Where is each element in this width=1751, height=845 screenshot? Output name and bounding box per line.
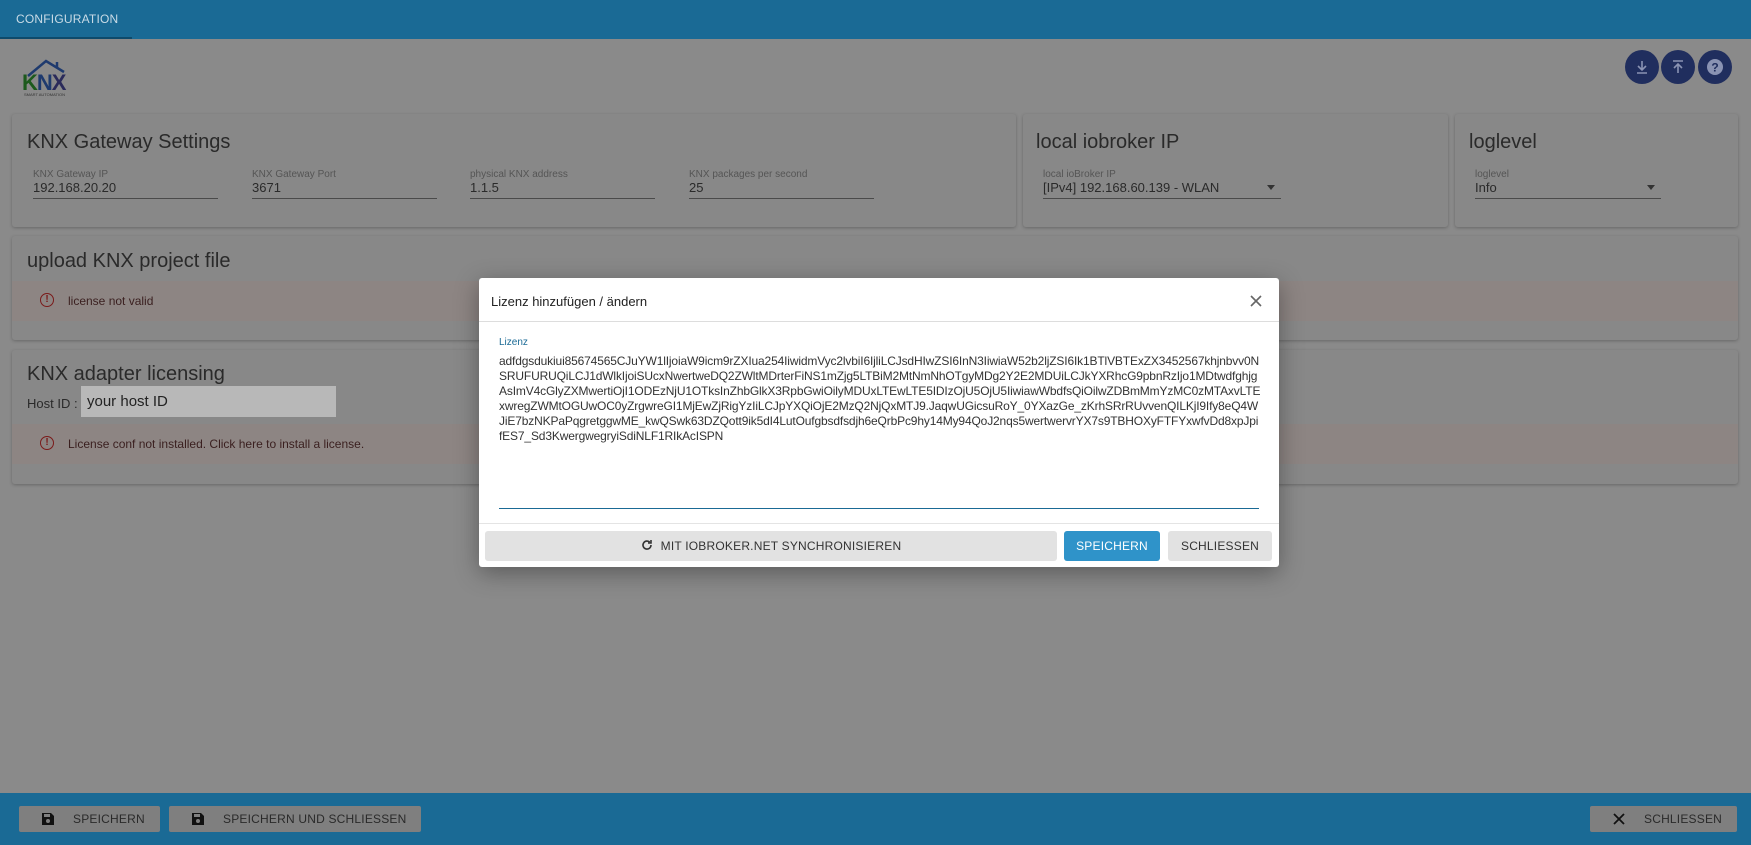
licensing-title: KNX adapter licensing <box>27 363 225 385</box>
knx-logo: KNX SMART AUTOMATION <box>20 56 74 98</box>
license-dialog: Lizenz hinzufügen / ändern Lizenz adfdgs… <box>479 278 1279 567</box>
license-not-installed-message[interactable]: License conf not installed. Click here t… <box>68 437 364 451</box>
logo-subtitle: SMART AUTOMATION <box>24 92 66 97</box>
packages-per-second-value: 25 <box>689 180 704 195</box>
sync-iobroker-button[interactable]: MIT IOBROKER.NET SYNCHRONISIEREN <box>485 531 1057 561</box>
local-ip-title: local iobroker IP <box>1036 131 1180 153</box>
upload-icon <box>1673 60 1683 73</box>
close-button-label: SCHLIESSEN <box>1644 812 1723 826</box>
loglevel-value: Info <box>1475 180 1497 195</box>
gateway-ip-label: KNX Gateway IP <box>33 169 109 180</box>
local-ip-card: local iobroker IP local ioBroker IP [IPv… <box>1023 114 1448 227</box>
gateway-settings-card: KNX Gateway Settings KNX Gateway IP 192.… <box>12 114 1016 227</box>
local-ip-value: [IPv4] 192.168.60.139 - WLAN <box>1043 180 1220 195</box>
upload-title: upload KNX project file <box>27 250 231 272</box>
dialog-title: Lizenz hinzufügen / ändern <box>491 294 648 309</box>
error-icon: ! <box>40 293 54 307</box>
bottom-bar: SPEICHERN SPEICHERN UND SCHLIESSEN SCHLI… <box>0 793 1751 845</box>
physical-address-value: 1.1.5 <box>470 180 499 195</box>
dialog-save-button[interactable]: SPEICHERN <box>1064 531 1160 561</box>
download-icon <box>1637 61 1647 74</box>
gateway-port-label: KNX Gateway Port <box>252 169 336 180</box>
save-icon <box>191 812 205 826</box>
help-icon: ? <box>1707 59 1723 75</box>
dialog-close-icon[interactable] <box>1249 293 1263 311</box>
loglevel-card: loglevel loglevel Info <box>1455 114 1738 227</box>
save-and-close-label: SPEICHERN UND SCHLIESSEN <box>223 812 407 826</box>
loglevel-title: loglevel <box>1469 131 1537 153</box>
dialog-close-button[interactable]: SCHLIESSEN <box>1168 531 1272 561</box>
help-button[interactable]: ? <box>1698 50 1732 84</box>
loglevel-select[interactable]: loglevel Info <box>1475 169 1661 199</box>
close-button[interactable]: SCHLIESSEN <box>1590 806 1737 832</box>
gateway-settings-title: KNX Gateway Settings <box>27 131 231 153</box>
loglevel-label: loglevel <box>1475 169 1509 180</box>
tab-configuration[interactable]: CONFIGURATION <box>0 0 132 39</box>
tab-indicator <box>0 37 132 39</box>
license-invalid-message: license not valid <box>68 294 154 308</box>
license-textarea[interactable]: adfdgsdukiui85674565CJuYW1lIjoiaW9icm9rZ… <box>499 354 1261 444</box>
local-ip-select[interactable]: local ioBroker IP [IPv4] 192.168.60.139 … <box>1043 169 1281 199</box>
license-field-label: Lizenz <box>499 337 528 348</box>
physical-address-field[interactable]: physical KNX address 1.1.5 <box>470 169 655 199</box>
dialog-divider <box>479 523 1279 524</box>
close-icon <box>1612 812 1626 826</box>
dialog-divider <box>479 321 1279 322</box>
download-button[interactable] <box>1625 50 1659 84</box>
gateway-port-value: 3671 <box>252 180 281 195</box>
save-button-label: SPEICHERN <box>73 812 145 826</box>
packages-per-second-field[interactable]: KNX packages per second 25 <box>689 169 874 199</box>
error-icon: ! <box>40 436 54 450</box>
host-id-label: Host ID : <box>27 396 78 411</box>
gateway-ip-field[interactable]: KNX Gateway IP 192.168.20.20 <box>33 169 218 199</box>
physical-address-label: physical KNX address <box>470 169 568 180</box>
top-bar: CONFIGURATION <box>0 0 1751 39</box>
refresh-icon <box>641 539 653 554</box>
gateway-ip-value: 192.168.20.20 <box>33 180 117 195</box>
sync-button-label: MIT IOBROKER.NET SYNCHRONISIEREN <box>660 539 902 553</box>
local-ip-label: local ioBroker IP <box>1043 169 1116 180</box>
svg-text:?: ? <box>1711 61 1718 75</box>
host-id-input[interactable]: your host ID <box>81 386 336 417</box>
gateway-port-field[interactable]: KNX Gateway Port 3671 <box>252 169 437 199</box>
save-and-close-button[interactable]: SPEICHERN UND SCHLIESSEN <box>169 806 421 832</box>
upload-button[interactable] <box>1661 50 1695 84</box>
save-icon <box>41 812 55 826</box>
license-field-underline <box>499 508 1259 509</box>
tab-configuration-label: CONFIGURATION <box>16 12 119 26</box>
packages-per-second-label: KNX packages per second <box>689 169 808 180</box>
chevron-down-icon <box>1267 185 1275 190</box>
save-button[interactable]: SPEICHERN <box>19 806 160 832</box>
chevron-down-icon <box>1647 185 1655 190</box>
